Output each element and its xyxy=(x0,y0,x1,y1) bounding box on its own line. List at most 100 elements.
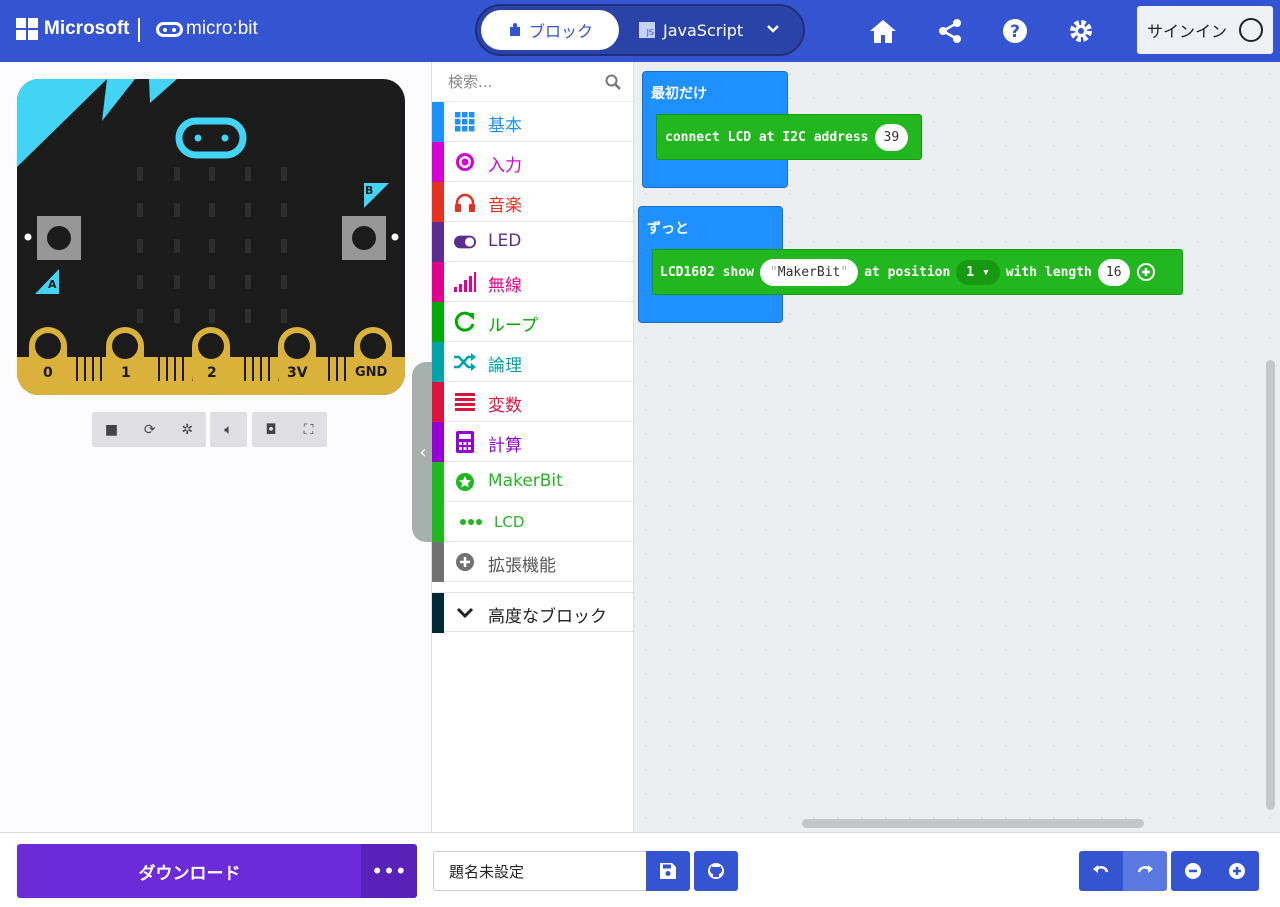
category-input[interactable]: 入力 xyxy=(432,142,633,182)
github-button[interactable] xyxy=(694,851,738,891)
gear-icon[interactable] xyxy=(1064,14,1098,48)
horizontal-scrollbar[interactable] xyxy=(802,819,1144,828)
pin-2-label: 2 xyxy=(207,365,217,381)
microbit-board[interactable]: 0 1 2 3V GND A B xyxy=(17,79,405,395)
address-input[interactable]: 39 xyxy=(874,123,909,151)
js-file-icon: JS xyxy=(639,22,655,38)
home-icon[interactable] xyxy=(866,14,900,48)
editor-toggle: ブロック JS JavaScript xyxy=(475,4,805,56)
signal-icon xyxy=(454,271,476,293)
category-math[interactable]: 計算 xyxy=(432,422,633,462)
download-more-button[interactable]: ••• xyxy=(361,844,417,898)
category-radio[interactable]: 無線 xyxy=(432,262,633,302)
search-icon xyxy=(605,74,621,90)
target-icon xyxy=(454,151,476,173)
header-divider xyxy=(138,18,140,42)
undo-button[interactable] xyxy=(1079,851,1123,891)
minus-circle-icon xyxy=(1185,863,1201,879)
category-extensions[interactable]: 拡張機能 xyxy=(432,542,633,582)
category-math-label: 計算 xyxy=(488,436,522,456)
text-value: MakerBit xyxy=(777,264,841,280)
category-makerbit-label: MakerBit xyxy=(488,471,563,491)
board-graphic xyxy=(17,79,405,395)
grid-icon xyxy=(454,111,476,133)
tab-javascript-label: JavaScript xyxy=(663,20,744,40)
category-advanced[interactable]: 高度なブロック xyxy=(432,592,633,633)
tab-javascript[interactable]: JS JavaScript xyxy=(639,10,743,50)
star-badge-icon xyxy=(454,471,476,493)
zoom-out-button[interactable] xyxy=(1171,851,1215,891)
zoom-in-button[interactable] xyxy=(1215,851,1259,891)
redo-button[interactable] xyxy=(1123,851,1167,891)
redo-icon xyxy=(1137,865,1153,873)
category-logic-label: 論理 xyxy=(488,356,522,376)
category-led[interactable]: LED xyxy=(432,222,633,262)
category-radio-label: 無線 xyxy=(488,276,522,296)
category-lcd[interactable]: LCD xyxy=(432,502,633,542)
fullscreen-icon[interactable]: ⛶ xyxy=(304,422,314,438)
microbit-logo[interactable]: micro:bit xyxy=(156,18,258,40)
category-variables[interactable]: 変数 xyxy=(432,382,633,422)
category-makerbit[interactable]: MakerBit xyxy=(432,462,633,502)
screenshot-icon[interactable]: ◘ xyxy=(266,422,277,438)
category-music[interactable]: 音楽 xyxy=(432,182,633,222)
lcd-show-block[interactable]: LCD1602 show "MakerBit" at position 1 ▾ … xyxy=(652,249,1183,295)
text-input[interactable]: "MakerBit" xyxy=(759,258,859,286)
toolbox: 検索... 基本 入力 音楽 LED 無線 ループ 論理 変数 計算 Maker… xyxy=(432,62,634,832)
user-avatar-icon xyxy=(1239,18,1263,42)
pin-gnd-label: GND xyxy=(355,365,388,380)
category-loops[interactable]: ループ xyxy=(432,302,633,342)
at-position-label: at position xyxy=(864,264,951,280)
signin-button[interactable]: サインイン xyxy=(1137,6,1273,54)
project-name-input[interactable]: 題名未設定 xyxy=(433,851,647,891)
debug-icon[interactable]: ✲ xyxy=(181,422,193,438)
microsoft-logo[interactable]: Microsoft xyxy=(16,18,130,40)
save-button[interactable] xyxy=(646,851,690,891)
category-input-label: 入力 xyxy=(488,156,522,176)
share-icon[interactable] xyxy=(933,14,967,48)
calculator-icon xyxy=(454,431,476,453)
restart-icon[interactable]: ⟳ xyxy=(144,422,156,438)
headphones-icon xyxy=(454,191,476,213)
category-music-label: 音楽 xyxy=(488,196,522,216)
search-placeholder: 検索... xyxy=(448,73,493,91)
collapse-simulator-button[interactable]: ‹ xyxy=(412,362,434,542)
github-icon xyxy=(708,863,724,879)
button-a-label: A xyxy=(48,278,57,291)
pin-3v-label: 3V xyxy=(287,365,308,381)
pin-1-label: 1 xyxy=(121,365,131,381)
tab-blocks-label: ブロック xyxy=(528,22,593,41)
help-icon[interactable]: ? xyxy=(998,14,1032,48)
vertical-scrollbar[interactable] xyxy=(1266,360,1275,810)
microsoft-grid-icon xyxy=(16,18,38,40)
button-b-label: B xyxy=(365,184,374,197)
plus-circle-icon[interactable] xyxy=(1136,262,1156,282)
microbit-icon xyxy=(156,21,183,37)
shuffle-icon xyxy=(454,351,476,373)
with-length-label: with length xyxy=(1005,264,1092,280)
product-label: micro:bit xyxy=(186,18,258,39)
refresh-icon xyxy=(454,311,476,333)
plus-circle-icon xyxy=(1229,863,1245,879)
toolbox-search-input[interactable]: 検索... xyxy=(432,62,633,102)
category-logic[interactable]: 論理 xyxy=(432,342,633,382)
forever-label: ずっと xyxy=(647,221,689,237)
connect-lcd-block[interactable]: connect LCD at I2C address 39 xyxy=(656,114,922,160)
download-button[interactable]: ダウンロード xyxy=(17,844,362,898)
chevron-down-icon[interactable] xyxy=(765,20,781,40)
chevron-down-icon xyxy=(454,602,476,624)
length-input[interactable]: 16 xyxy=(1097,258,1130,286)
category-basic[interactable]: 基本 xyxy=(432,102,633,142)
stop-icon[interactable]: ■ xyxy=(105,422,118,438)
mute-button[interactable]: 🔈︎ xyxy=(210,412,247,447)
dots-icon xyxy=(460,511,482,533)
tab-blocks[interactable]: ブロック xyxy=(481,10,619,50)
category-led-label: LED xyxy=(488,231,522,251)
blocks-workspace[interactable]: 最初だけ connect LCD at I2C address 39 ずっと L… xyxy=(634,62,1280,832)
puzzle-icon xyxy=(509,23,520,36)
toggle-icon xyxy=(454,231,476,253)
position-dropdown[interactable]: 1 ▾ xyxy=(956,259,1000,285)
category-variables-label: 変数 xyxy=(488,396,522,416)
lcd-show-label: LCD1602 show xyxy=(660,264,754,280)
floppy-icon xyxy=(660,863,676,879)
